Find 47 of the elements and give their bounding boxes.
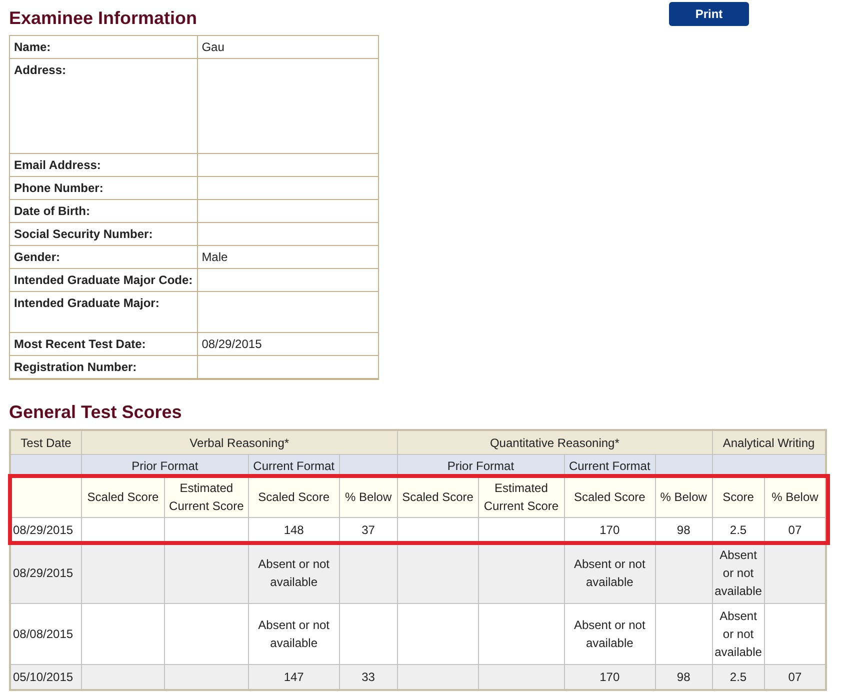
column-header: Scaled Score (397, 476, 478, 518)
table-cell: 08/29/2015 (10, 542, 82, 604)
table-cell: Absent or not available (248, 604, 340, 664)
table-cell: 08/08/2015 (10, 604, 82, 664)
column-header: Scaled Score (81, 476, 164, 518)
table-cell: 05/10/2015 (10, 664, 82, 690)
column-header: Verbal Reasoning* (81, 430, 398, 454)
column-header: % Below (655, 476, 712, 518)
column-header: Estimated Current Score (164, 476, 248, 518)
column-header: Scaled Score (248, 476, 340, 518)
table-cell: Absent or not available (712, 542, 764, 604)
field-value: 08/29/2015 (202, 337, 262, 351)
table-cell: Absent or not available (564, 604, 656, 664)
field-label: Name: (14, 40, 51, 54)
column-header: Estimated Current Score (478, 476, 564, 518)
table-cell: 147 (248, 664, 340, 690)
section-title: General Test Scores (9, 402, 183, 423)
table-cell: Absent or not available (248, 542, 340, 604)
field-label: Date of Birth: (14, 204, 90, 218)
field-value: Gau (202, 40, 224, 54)
column-header: Test Date (10, 430, 82, 454)
field-label: Gender: (14, 250, 60, 264)
column-header: % Below (764, 476, 826, 518)
field-value: Male (202, 250, 228, 264)
table-cell: Absent or not available (712, 604, 764, 664)
table-cell: 170 (564, 664, 656, 690)
section-title: Examinee Information (9, 8, 198, 29)
table-cell: 98 (655, 664, 712, 690)
field-label: Email Address: (14, 158, 101, 172)
field-label: Intended Graduate Major Code: (14, 273, 193, 287)
field-label: Phone Number: (14, 181, 104, 195)
table-cell: 07 (764, 664, 826, 690)
column-header: Analytical Writing (712, 430, 826, 454)
table-cell: 2.5 (712, 518, 764, 542)
field-label: Registration Number: (14, 360, 137, 374)
column-header: Scaled Score (564, 476, 656, 518)
field-label: Most Recent Test Date: (14, 337, 146, 351)
column-header: Score (712, 476, 764, 518)
column-header: % Below (339, 476, 398, 518)
table-cell: Absent or not available (564, 542, 656, 604)
column-header: Quantitative Reasoning* (397, 430, 712, 454)
table-cell: 33 (339, 664, 398, 690)
print-button[interactable]: Print (669, 2, 749, 26)
field-label: Address: (14, 63, 66, 77)
table-cell: 2.5 (712, 664, 764, 690)
field-label: Social Security Number: (14, 227, 153, 241)
field-label: Intended Graduate Major: (14, 296, 160, 310)
